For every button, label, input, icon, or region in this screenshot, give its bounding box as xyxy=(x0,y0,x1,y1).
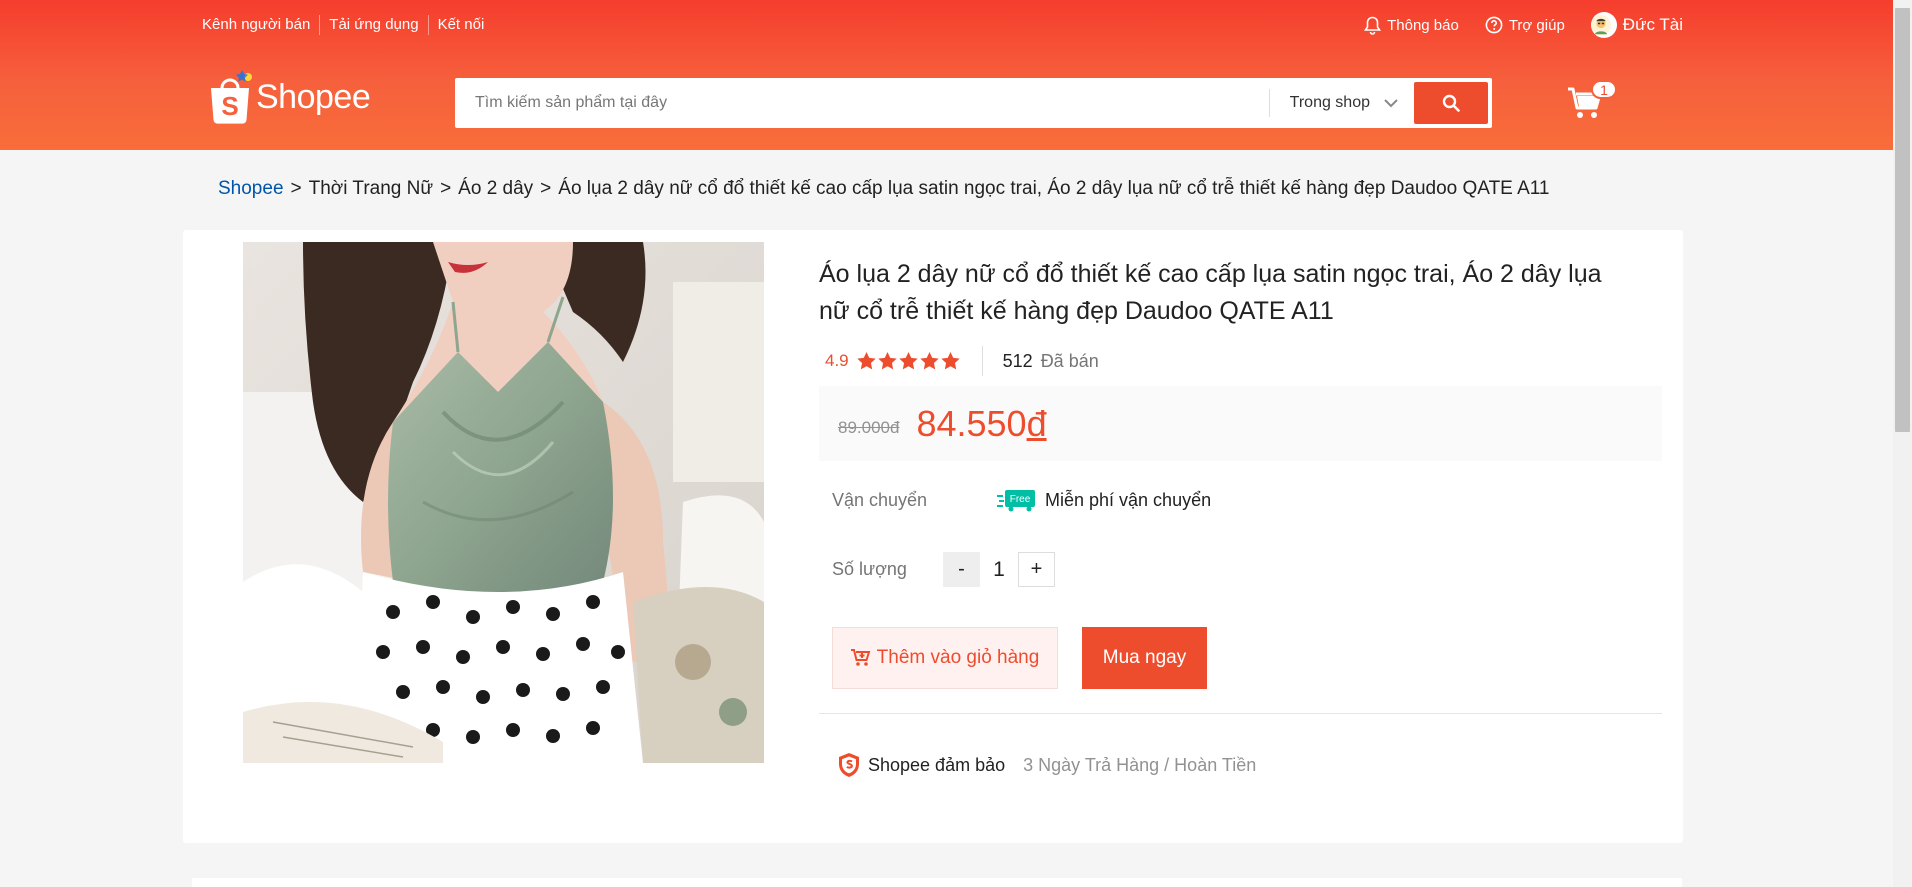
shipping-label: Vận chuyển xyxy=(832,489,928,510)
shopee-guarantee[interactable]: Shopee đảm bảo 3 Ngày Trả Hàng / Hoàn Ti… xyxy=(836,752,1256,778)
top-right-nav: Thông báo Trợ giúp Đức Tài xyxy=(1338,10,1683,40)
svg-text:Free: Free xyxy=(1010,494,1031,505)
help-label: Trợ giúp xyxy=(1508,16,1565,34)
logo-text: Shopee xyxy=(256,77,371,116)
price-box: 89.000đ 84.550đ xyxy=(819,386,1662,461)
help-icon xyxy=(1485,16,1503,34)
guarantee-text: 3 Ngày Trả Hàng / Hoàn Tiền xyxy=(1023,754,1257,775)
search-input[interactable] xyxy=(455,78,1269,128)
product-image[interactable] xyxy=(243,242,764,763)
bell-icon xyxy=(1364,16,1382,35)
divider xyxy=(819,713,1662,714)
search-button[interactable] xyxy=(1414,82,1488,124)
svg-text:S: S xyxy=(221,91,238,121)
product-card: Áo lụa 2 dây nữ cổ đổ thiết kế cao cấp l… xyxy=(183,230,1683,843)
sold-count: 512 xyxy=(1002,350,1033,371)
sold-label: Đã bán xyxy=(1040,350,1099,371)
search-scope-label: Trong shop xyxy=(1289,94,1370,111)
shield-icon xyxy=(839,753,859,777)
page-scrollbar[interactable] xyxy=(1893,0,1912,887)
breadcrumb-separator: > xyxy=(440,178,452,199)
star-icon xyxy=(940,352,960,370)
username: Đức Tài xyxy=(1622,15,1683,34)
cart-plus-icon xyxy=(850,649,871,666)
rating-row: 4.9 512 Đã bán xyxy=(825,346,1099,376)
search-bar: Trong shop xyxy=(455,78,1492,128)
buy-now-button[interactable]: Mua ngay xyxy=(1082,627,1207,689)
add-to-cart-button[interactable]: Thêm vào giỏ hàng xyxy=(832,627,1058,689)
site-header: Kênh người bán Tải ứng dụng Kết nối Thôn… xyxy=(0,0,1893,150)
connect-link[interactable]: Kết nối xyxy=(427,15,494,35)
star-icon xyxy=(898,352,918,370)
breadcrumb: Shopee > Thời Trang Nữ > Áo 2 dây > Áo lụa 2 d… xyxy=(218,178,1549,200)
sale-price: 84.550đ xyxy=(916,403,1046,445)
scrollbar-thumb[interactable] xyxy=(1895,8,1910,432)
avatar xyxy=(1590,12,1617,38)
help-link[interactable]: Trợ giúp xyxy=(1485,16,1565,34)
shopee-logo[interactable]: S Shopee xyxy=(208,68,371,126)
guarantee-title: Shopee đảm bảo xyxy=(868,754,1006,775)
cart-button[interactable]: 1 xyxy=(1567,80,1617,125)
star-icon xyxy=(919,352,939,370)
breadcrumb-home-link[interactable]: Shopee xyxy=(218,178,284,199)
shipping-text: Miễn phí vận chuyển xyxy=(1045,489,1212,510)
quantity-decrease-button[interactable]: - xyxy=(942,552,980,587)
top-nav: Kênh người bán Tải ứng dụng Kết nối xyxy=(202,14,493,36)
rating-value: 4.9 xyxy=(825,351,849,370)
breadcrumb-separator: > xyxy=(540,178,552,199)
rating-stars xyxy=(856,352,962,370)
chevron-down-icon xyxy=(1384,98,1398,107)
star-icon xyxy=(877,352,897,370)
notifications-link[interactable]: Thông báo xyxy=(1364,16,1459,35)
cart-count-badge: 1 xyxy=(1591,80,1617,99)
quantity-row: Số lượng - 1 + xyxy=(832,552,1055,587)
divider xyxy=(981,346,983,376)
quantity-increase-button[interactable]: + xyxy=(1017,552,1055,587)
breadcrumb-category-link[interactable]: Thời Trang Nữ xyxy=(309,178,433,199)
shipping-row: Vận chuyển Free Miễn phí vận chuyển xyxy=(832,488,1211,512)
quantity-value[interactable]: 1 xyxy=(980,558,1018,582)
original-price: 89.000đ xyxy=(838,417,900,437)
star-icon xyxy=(856,352,876,370)
quantity-label: Số lượng xyxy=(832,559,907,579)
sale-price-number: 84.550 xyxy=(916,402,1027,444)
sale-price-currency: đ xyxy=(1026,402,1047,444)
product-title: Áo lụa 2 dây nữ cổ đổ thiết kế cao cấp l… xyxy=(819,260,1602,325)
next-section-card xyxy=(192,878,1682,887)
user-menu[interactable]: Đức Tài xyxy=(1590,12,1683,38)
search-scope-dropdown[interactable]: Trong shop xyxy=(1268,89,1414,117)
seller-channel-link[interactable]: Kênh người bán xyxy=(202,15,319,35)
download-app-link[interactable]: Tải ứng dụng xyxy=(319,15,427,35)
notifications-label: Thông báo xyxy=(1387,16,1459,34)
search-icon xyxy=(1442,94,1460,112)
breadcrumb-separator: > xyxy=(290,178,302,199)
breadcrumb-subcategory-link[interactable]: Áo 2 dây xyxy=(458,178,533,199)
free-shipping-icon: Free xyxy=(997,490,1035,512)
breadcrumb-current: Áo lụa 2 dây nữ cổ đổ thiết kế cao cấp l… xyxy=(558,178,1550,199)
add-to-cart-label: Thêm vào giỏ hàng xyxy=(876,647,1040,668)
shopee-bag-icon: S xyxy=(211,70,252,124)
